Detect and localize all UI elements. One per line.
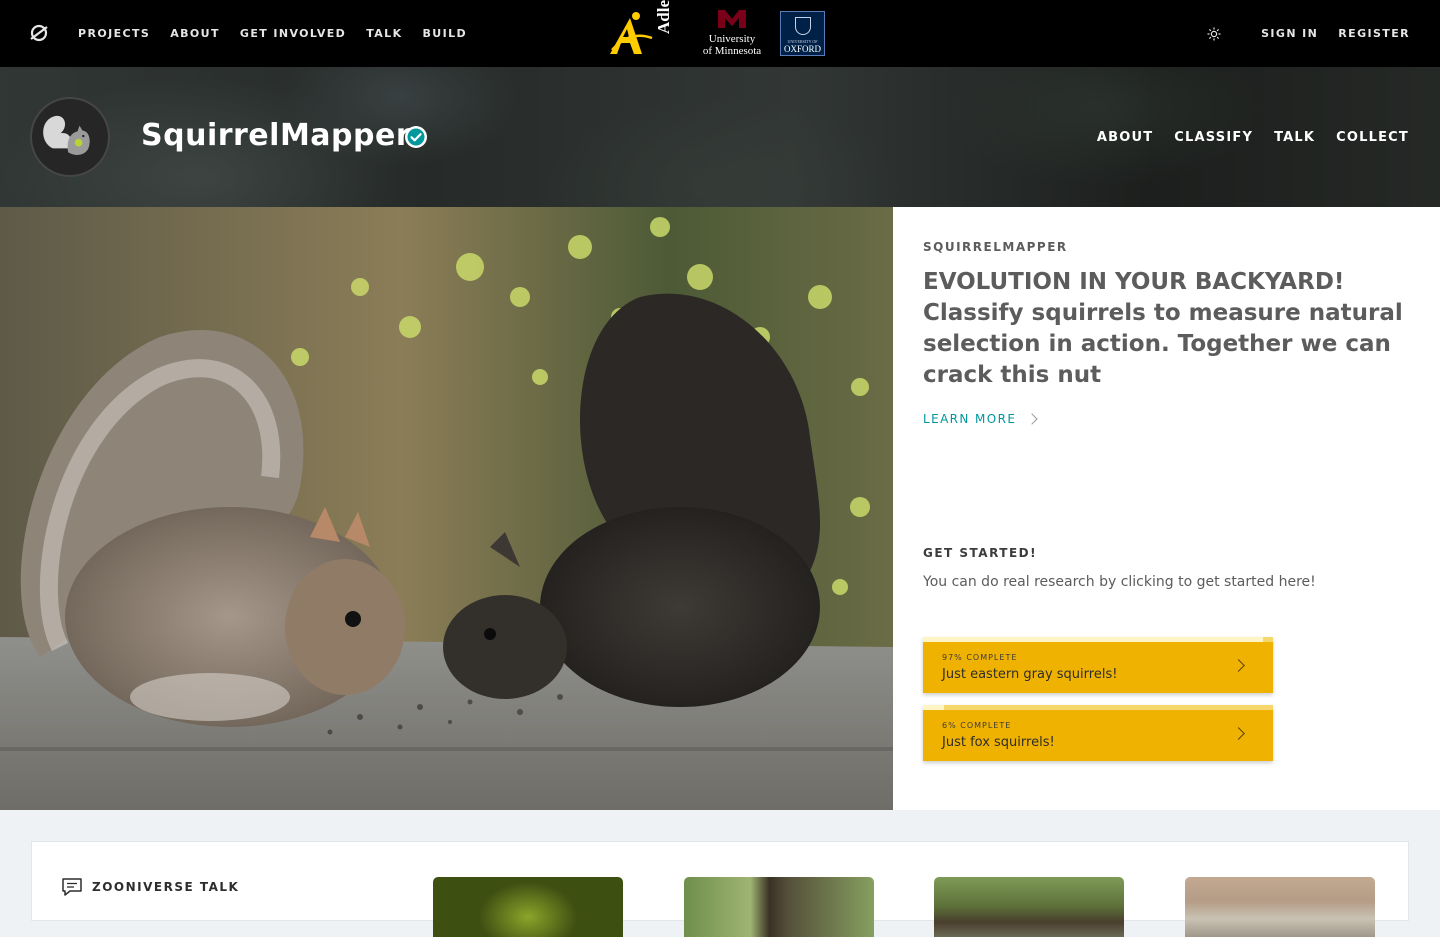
nav-talk[interactable]: TALK xyxy=(366,27,402,40)
oxford-crest-icon xyxy=(795,17,811,35)
get-started-label: GET STARTED! xyxy=(923,546,1038,560)
umn-wordmark-line2: of Minnesota xyxy=(702,45,762,57)
chevron-right-icon xyxy=(1026,413,1038,425)
umn-wordmark-line1: University xyxy=(708,33,756,45)
learn-more-link[interactable]: LEARN MORE xyxy=(923,412,1038,426)
workflow-progress-fill xyxy=(923,637,1263,642)
zooniverse-logo-icon[interactable] xyxy=(28,22,50,44)
learn-more-label: LEARN MORE xyxy=(923,412,1017,426)
project-description: EVOLUTION IN YOUR BACKYARD! Classify squ… xyxy=(923,269,1403,388)
university-of-oxford-logo: UNIVERSITY OF OXFORD xyxy=(780,11,825,56)
nav-about[interactable]: ABOUT xyxy=(170,27,220,40)
project-nav-collect[interactable]: COLLECT xyxy=(1336,130,1409,145)
nav-build[interactable]: BUILD xyxy=(423,27,468,40)
chevron-right-icon xyxy=(1232,727,1245,740)
project-nav: ABOUT CLASSIFY TALK COLLECT xyxy=(1076,67,1409,207)
talk-subject-thumbnail[interactable] xyxy=(934,877,1124,937)
adler-planetarium-logo: Adler xyxy=(608,0,678,57)
squirrels-photo xyxy=(0,207,893,810)
workflow-button-fox[interactable]: 6% COMPLETE Just fox squirrels! xyxy=(923,705,1273,761)
project-nav-classify[interactable]: CLASSIFY xyxy=(1174,130,1253,145)
talk-subject-thumbnail[interactable] xyxy=(1185,877,1375,937)
workflow-name: Just fox squirrels! xyxy=(942,735,1055,750)
workflow-percent: 6% COMPLETE xyxy=(942,721,1012,730)
umn-m-mark xyxy=(718,10,746,28)
project-nav-about[interactable]: ABOUT xyxy=(1097,130,1153,145)
project-header: SquirrelMapper ABOUT CLASSIFY TALK COLLE… xyxy=(0,67,1440,207)
get-started-text: You can do real research by clicking to … xyxy=(923,574,1316,590)
chevron-right-icon xyxy=(1232,659,1245,672)
workflow-name: Just eastern gray squirrels! xyxy=(942,667,1118,682)
talk-section: ZOONIVERSE TALK xyxy=(31,841,1409,937)
speech-bubble-icon xyxy=(62,878,82,896)
partner-logos: Adler University of Minnesota UNIVERSITY… xyxy=(608,0,825,57)
hero-background-image xyxy=(0,207,893,810)
talk-subject-thumbnail[interactable] xyxy=(433,877,623,937)
nav-get-involved[interactable]: GET INVOLVED xyxy=(240,27,346,40)
project-nav-talk[interactable]: TALK xyxy=(1274,130,1315,145)
workflow-progress-fill xyxy=(923,705,944,710)
workflow-percent: 97% COMPLETE xyxy=(942,653,1018,662)
project-avatar[interactable] xyxy=(30,97,110,177)
sun-icon[interactable] xyxy=(1207,27,1221,41)
nav-projects[interactable]: PROJECTS xyxy=(78,27,150,40)
squirrel-icon xyxy=(43,115,90,155)
talk-subject-thumbnail[interactable] xyxy=(684,877,874,937)
verified-check-icon xyxy=(405,126,427,148)
adler-wordmark: Adler xyxy=(654,0,673,34)
site-header: PROJECTS ABOUT GET INVOLVED TALK BUILD A… xyxy=(0,0,1440,67)
workflow-button-gray[interactable]: 97% COMPLETE Just eastern gray squirrels… xyxy=(923,637,1273,693)
talk-section-title: ZOONIVERSE TALK xyxy=(92,880,240,894)
project-intro-panel: SQUIRRELMAPPER EVOLUTION IN YOUR BACKYAR… xyxy=(893,207,1440,810)
university-of-minnesota-logo: University of Minnesota xyxy=(694,10,770,57)
register-link[interactable]: REGISTER xyxy=(1338,27,1410,40)
sign-in-link[interactable]: SIGN IN xyxy=(1261,27,1318,40)
intro-label: SQUIRRELMAPPER xyxy=(923,240,1068,254)
workflow-progress-track xyxy=(923,705,1273,710)
oxford-wordmark: OXFORD xyxy=(783,44,821,54)
account-nav: SIGN IN REGISTER xyxy=(1207,0,1410,67)
site-nav: PROJECTS ABOUT GET INVOLVED TALK BUILD xyxy=(78,0,487,67)
project-title[interactable]: SquirrelMapper xyxy=(141,118,411,153)
